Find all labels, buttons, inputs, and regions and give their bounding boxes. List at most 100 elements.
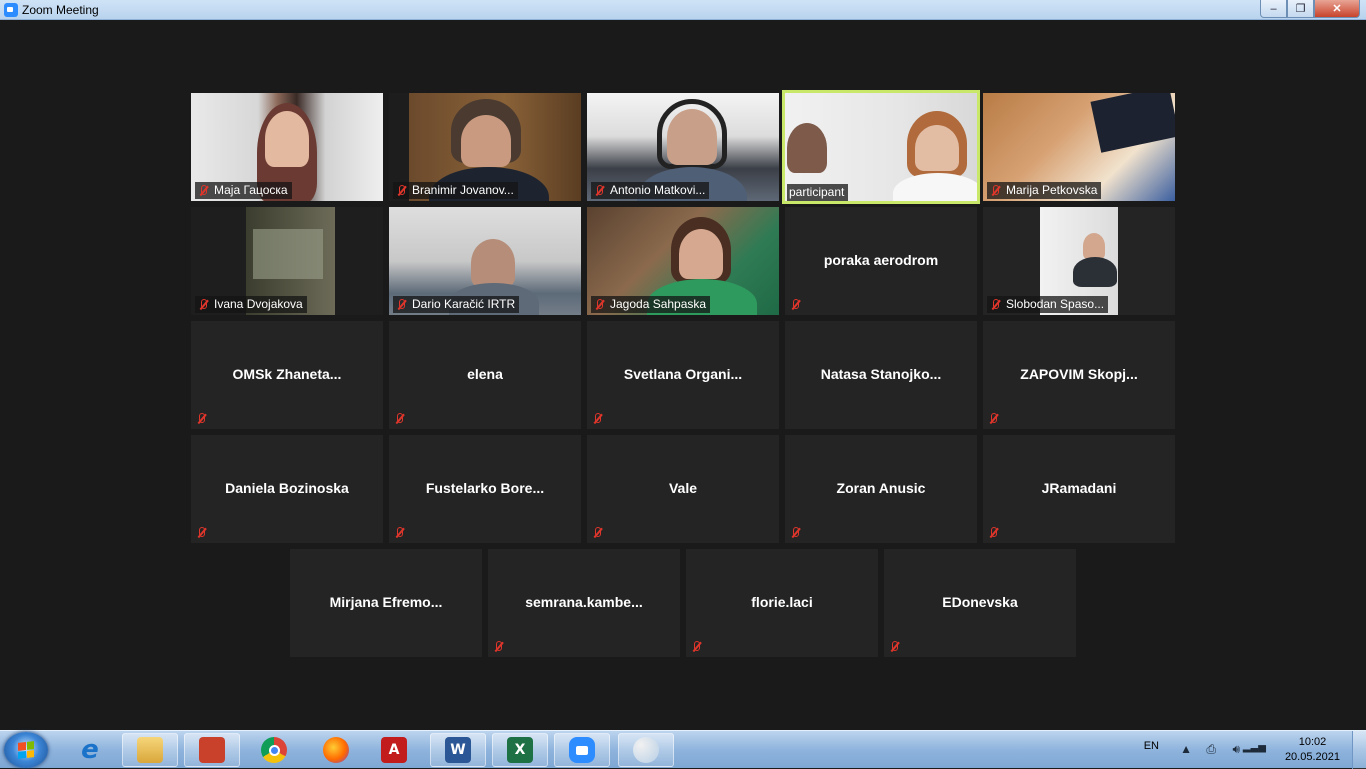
clock-date: 20.05.2021 bbox=[1284, 751, 1340, 763]
participant-name: semrana.kambe... bbox=[525, 594, 643, 610]
video-tile[interactable]: Slobodan Spaso... bbox=[983, 207, 1175, 315]
participant-name-label: Slobodan Spaso... bbox=[987, 296, 1109, 313]
acrobat-taskbar-button[interactable]: A bbox=[366, 733, 422, 767]
video-tile[interactable]: Marija Petkovska bbox=[983, 93, 1175, 201]
video-tile[interactable]: Branimir Jovanov... bbox=[389, 93, 581, 201]
window-title-bar[interactable]: Zoom Meeting – ❐ ✕ bbox=[0, 0, 1366, 20]
video-tile[interactable]: Antonio Matkovi... bbox=[587, 93, 779, 201]
participant-face bbox=[667, 109, 717, 165]
window-title: Zoom Meeting bbox=[22, 3, 99, 17]
mic-muted-icon bbox=[395, 184, 408, 197]
participant-name: ZAPOVIM Skopj... bbox=[1020, 366, 1138, 382]
firefox-taskbar-button[interactable] bbox=[308, 733, 364, 767]
name-tile[interactable]: poraka aerodrom bbox=[785, 207, 977, 315]
signal-icon[interactable]: ▂▃▅ bbox=[1243, 742, 1266, 753]
name-tile[interactable]: Mirjana Efremo... bbox=[290, 549, 482, 657]
clock-time: 10:02 bbox=[1298, 736, 1327, 748]
participant-name: florie.laci bbox=[751, 594, 813, 610]
close-button[interactable]: ✕ bbox=[1314, 0, 1360, 18]
mic-muted-icon bbox=[593, 184, 606, 197]
language-indicator[interactable]: EN bbox=[1144, 740, 1159, 752]
mic-muted-icon bbox=[690, 640, 703, 653]
maximize-button[interactable]: ❐ bbox=[1287, 0, 1314, 18]
volume-icon[interactable]: 🔊︎ bbox=[1232, 742, 1240, 757]
mic-muted-icon bbox=[593, 298, 606, 311]
excel-taskbar-button[interactable]: X bbox=[492, 733, 548, 767]
participant-face bbox=[471, 239, 515, 287]
participant-name: Маја Гацоска bbox=[214, 183, 288, 197]
participant-name: Svetlana Organi... bbox=[623, 366, 743, 382]
participant-face bbox=[265, 111, 309, 167]
participant-body bbox=[1073, 257, 1117, 287]
windows-logo-icon bbox=[18, 741, 34, 759]
participant-name: Ivana Dvojakova bbox=[214, 297, 303, 311]
participant-name: Fustelarko Bore... bbox=[425, 480, 545, 496]
mic-muted-icon bbox=[789, 526, 802, 539]
name-tile[interactable]: OMSk Zhaneta... bbox=[191, 321, 383, 429]
name-tile[interactable]: ZAPOVIM Skopj... bbox=[983, 321, 1175, 429]
mic-muted-icon bbox=[197, 184, 210, 197]
name-tile[interactable]: florie.laci bbox=[686, 549, 878, 657]
participant-name: EDonevska bbox=[942, 594, 1018, 610]
start-button[interactable] bbox=[4, 732, 48, 768]
mic-muted-icon bbox=[395, 298, 408, 311]
name-tile[interactable]: Natasa Stanojko... bbox=[785, 321, 977, 429]
firefox-icon bbox=[323, 737, 349, 763]
mic-muted-icon bbox=[492, 640, 505, 653]
participant-name: participant bbox=[789, 185, 845, 199]
zoom-app-icon bbox=[4, 3, 18, 17]
mic-muted-icon bbox=[989, 298, 1002, 311]
mic-muted-icon bbox=[591, 526, 604, 539]
video-tile[interactable]: Dario Karačić IRTR bbox=[389, 207, 581, 315]
folder-icon bbox=[137, 737, 163, 763]
participant-face bbox=[915, 125, 959, 171]
participant-name: Branimir Jovanov... bbox=[412, 183, 514, 197]
video-tile[interactable]: Маја Гацоска bbox=[191, 93, 383, 201]
name-tile[interactable]: JRamadani bbox=[983, 435, 1175, 543]
name-tile[interactable]: Fustelarko Bore... bbox=[389, 435, 581, 543]
name-tile[interactable]: EDonevska bbox=[884, 549, 1076, 657]
video-tile[interactable]: Jagoda Sahpaska bbox=[587, 207, 779, 315]
mic-muted-icon bbox=[987, 412, 1000, 425]
participant-name-label: Маја Гацоска bbox=[195, 182, 292, 199]
participant-name: Vale bbox=[668, 480, 698, 496]
name-tile[interactable]: Daniela Bozinoska bbox=[191, 435, 383, 543]
presentation-taskbar-button[interactable] bbox=[184, 733, 240, 767]
chrome-taskbar-button[interactable] bbox=[246, 733, 302, 767]
participant-secondary bbox=[787, 123, 827, 173]
network-device-icon[interactable]: ⎙ bbox=[1206, 742, 1216, 757]
mic-muted-icon bbox=[987, 526, 1000, 539]
internet-explorer-taskbar-button[interactable]: e bbox=[62, 733, 118, 767]
word-taskbar-button[interactable]: W bbox=[430, 733, 486, 767]
gallery-view: Маја Гацоска Branimir Jovanov... Antonio… bbox=[0, 20, 1366, 730]
participant-name-label: Jagoda Sahpaska bbox=[591, 296, 711, 313]
participant-body bbox=[893, 173, 977, 201]
show-hidden-icons-icon[interactable]: ▲ bbox=[1180, 742, 1192, 756]
show-desktop-button[interactable] bbox=[1352, 731, 1366, 769]
participant-name-label: participant bbox=[787, 184, 849, 201]
mic-muted-icon bbox=[393, 412, 406, 425]
mic-muted-icon bbox=[393, 526, 406, 539]
participant-name: Antonio Matkovi... bbox=[610, 183, 706, 197]
file-explorer-taskbar-button[interactable] bbox=[122, 733, 178, 767]
participant-name-label: Antonio Matkovi... bbox=[591, 182, 710, 199]
name-tile[interactable]: Svetlana Organi... bbox=[587, 321, 779, 429]
name-tile[interactable]: semrana.kambe... bbox=[488, 549, 680, 657]
word-icon: W bbox=[445, 737, 471, 763]
zoom-taskbar-button[interactable] bbox=[554, 733, 610, 767]
name-tile[interactable]: elena bbox=[389, 321, 581, 429]
mic-muted-icon bbox=[195, 412, 208, 425]
clock[interactable]: 10:02 20.05.2021 bbox=[1285, 735, 1340, 765]
paint-taskbar-button[interactable] bbox=[618, 733, 674, 767]
name-tile[interactable]: Zoran Anusic bbox=[785, 435, 977, 543]
name-tile[interactable]: Vale bbox=[587, 435, 779, 543]
participant-name: Jagoda Sahpaska bbox=[610, 297, 707, 311]
mic-muted-icon bbox=[789, 298, 802, 311]
window-background bbox=[253, 229, 323, 279]
active-speaker-tile[interactable]: participant bbox=[782, 90, 980, 204]
window-controls: – ❐ ✕ bbox=[1260, 0, 1360, 18]
participant-name: Zoran Anusic bbox=[836, 480, 926, 496]
minimize-button[interactable]: – bbox=[1260, 0, 1287, 18]
video-tile[interactable]: Ivana Dvojakova bbox=[191, 207, 383, 315]
participant-name: Dario Karačić IRTR bbox=[412, 297, 516, 311]
